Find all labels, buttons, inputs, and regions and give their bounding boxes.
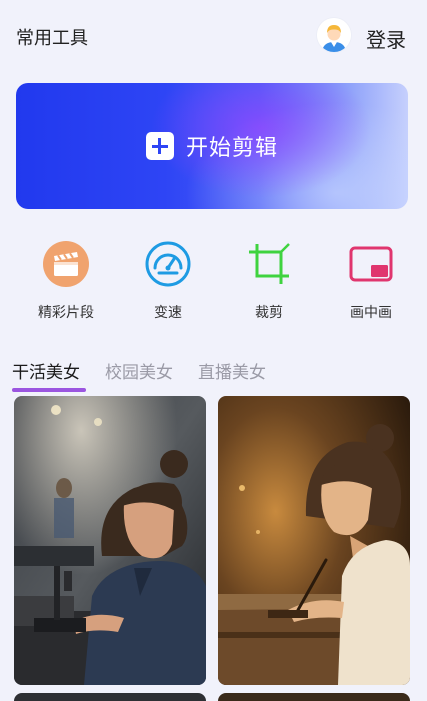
- active-tab-indicator: [12, 388, 86, 392]
- tool-picture-in-picture[interactable]: 画中画: [331, 236, 411, 326]
- picture-in-picture-icon: [349, 246, 393, 282]
- header: 常用工具 登录: [0, 0, 427, 72]
- start-editing-label: 开始剪辑: [185, 136, 278, 161]
- page-title: 常用工具: [16, 28, 88, 49]
- tool-highlights[interactable]: 精彩片段: [26, 236, 106, 326]
- app-home-screen: { "header": { "title": "常用工具", "login_la…: [0, 0, 427, 701]
- video-thumbnail[interactable]: [14, 396, 206, 685]
- tool-speed[interactable]: 变速: [128, 236, 208, 326]
- tool-crop[interactable]: 裁剪: [229, 236, 309, 326]
- start-editing-button[interactable]: 开始剪辑: [16, 83, 408, 209]
- tool-label: 裁剪: [255, 305, 283, 321]
- tab-campus-women[interactable]: 校园美女: [105, 358, 173, 383]
- workshop-woman-photo: [14, 396, 206, 685]
- clapperboard-icon: [43, 241, 89, 287]
- tab-working-women[interactable]: 干活美女: [12, 358, 80, 383]
- avatar[interactable]: [317, 18, 351, 52]
- login-button[interactable]: 登录: [366, 24, 406, 53]
- tools-row: 精彩片段 变速 裁剪 画中画: [0, 236, 427, 326]
- category-tabs: 干活美女 校园美女 直播美女: [0, 356, 427, 396]
- tool-label: 画中画: [350, 305, 392, 321]
- video-thumbnail[interactable]: [14, 693, 206, 701]
- workbench-woman-photo: [218, 396, 410, 685]
- video-thumbnail[interactable]: [218, 693, 410, 701]
- crop-icon: [249, 243, 290, 284]
- plus-icon: [145, 132, 174, 160]
- video-thumbnail[interactable]: [218, 396, 410, 685]
- tool-label: 精彩片段: [38, 305, 94, 321]
- tool-label: 变速: [154, 305, 182, 321]
- tab-livestream-women[interactable]: 直播美女: [198, 358, 266, 383]
- user-avatar-icon: [317, 18, 351, 52]
- speedometer-icon: [145, 241, 191, 287]
